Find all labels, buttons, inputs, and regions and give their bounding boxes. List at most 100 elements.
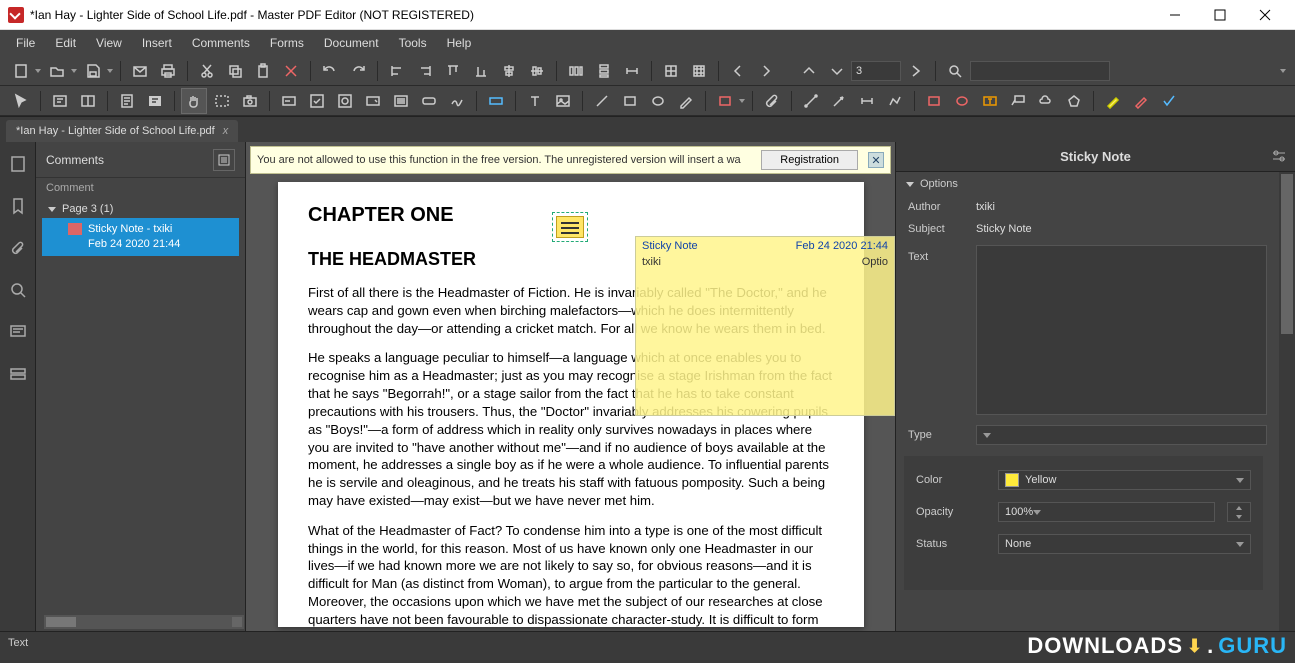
form-check-tool[interactable] [304,88,330,114]
dropdown-icon[interactable] [70,58,78,84]
opacity-input[interactable]: 100% [998,502,1215,522]
ellipse-tool[interactable] [645,88,671,114]
search-input[interactable] [970,61,1110,81]
tree-comment-item[interactable]: Sticky Note - txiki Feb 24 2020 21:44 [42,218,239,256]
menu-view[interactable]: View [86,32,132,54]
redo-button[interactable] [345,58,371,84]
insert-image-tool[interactable] [550,88,576,114]
menu-edit[interactable]: Edit [45,32,86,54]
opacity-spinner[interactable] [1227,502,1251,522]
align-center-v-button[interactable] [524,58,550,84]
rect-tool[interactable] [617,88,643,114]
menu-help[interactable]: Help [437,32,482,54]
options-section-header[interactable]: Options [896,172,1279,196]
stamp-tool[interactable] [712,88,738,114]
menu-file[interactable]: File [6,32,45,54]
save-button[interactable] [80,58,106,84]
link-tool[interactable] [483,88,509,114]
prev-view-button[interactable] [795,58,821,84]
snap-button[interactable] [686,58,712,84]
insert-text-tool[interactable] [522,88,548,114]
cut-button[interactable] [194,58,220,84]
distribute-v-button[interactable] [591,58,617,84]
select-text-tool[interactable] [209,88,235,114]
next-page-button[interactable] [753,58,779,84]
rect-annot-tool[interactable] [921,88,947,114]
pencil-annot-tool[interactable] [1128,88,1154,114]
type-select[interactable] [976,425,1267,445]
dropdown-icon[interactable] [1279,58,1287,84]
align-center-h-button[interactable] [496,58,522,84]
polyline-tool[interactable] [882,88,908,114]
close-button[interactable] [1242,0,1287,29]
scrollbar[interactable] [1279,172,1295,631]
menu-insert[interactable]: Insert [132,32,182,54]
minimize-button[interactable] [1152,0,1197,29]
cloud-tool[interactable] [1033,88,1059,114]
copy-button[interactable] [222,58,248,84]
open-button[interactable] [44,58,70,84]
tree-page-node[interactable]: Page 3 (1) [42,200,239,218]
highlight-tool[interactable] [1100,88,1126,114]
menu-forms[interactable]: Forms [260,32,314,54]
comments-rail-button[interactable] [6,320,30,344]
print-button[interactable] [155,58,181,84]
form-sig-tool[interactable] [444,88,470,114]
undo-button[interactable] [317,58,343,84]
search-rail-button[interactable] [6,278,30,302]
document-tab[interactable]: *Ian Hay - Lighter Side of School Life.p… [6,120,238,142]
dropdown-icon[interactable] [106,58,114,84]
fields-rail-button[interactable] [6,362,30,386]
form-text-tool[interactable] [276,88,302,114]
checkmark-tool[interactable] [1156,88,1182,114]
align-right-button[interactable] [412,58,438,84]
form-radio-tool[interactable] [332,88,358,114]
paste-button[interactable] [250,58,276,84]
align-top-button[interactable] [440,58,466,84]
snapshot-tool[interactable] [237,88,263,114]
menu-tools[interactable]: Tools [389,32,437,54]
pencil-tool[interactable] [673,88,699,114]
text-textarea[interactable] [976,245,1267,415]
subject-value[interactable]: Sticky Note [976,223,1267,235]
bookmarks-rail-button[interactable] [6,194,30,218]
page-go-button[interactable] [903,58,929,84]
edit-text-tool[interactable] [47,88,73,114]
dimension-tool[interactable] [854,88,880,114]
textbox-tool[interactable] [977,88,1003,114]
page-number-input[interactable] [851,61,901,81]
form-button-tool[interactable] [416,88,442,114]
author-value[interactable]: txiki [976,201,1267,213]
next-view-button[interactable] [823,58,849,84]
form-combo-tool[interactable] [360,88,386,114]
document-viewport[interactable]: You are not allowed to use this function… [246,142,895,631]
email-button[interactable] [127,58,153,84]
maximize-button[interactable] [1197,0,1242,29]
attachments-rail-button[interactable] [6,236,30,260]
arrow-tool[interactable] [826,88,852,114]
panel-options-button[interactable] [213,149,235,171]
menu-document[interactable]: Document [314,32,389,54]
grid-button[interactable] [658,58,684,84]
distribute-h-button[interactable] [563,58,589,84]
scrollbar[interactable] [44,615,244,629]
polygon-tool[interactable] [1061,88,1087,114]
select-tool[interactable] [8,88,34,114]
menu-comments[interactable]: Comments [182,32,260,54]
close-icon[interactable]: x [223,125,229,137]
new-doc-button[interactable] [8,58,34,84]
line-tool[interactable] [589,88,615,114]
align-left-button[interactable] [384,58,410,84]
hand-tool[interactable] [181,88,207,114]
status-select[interactable]: None [998,534,1251,554]
ellipse-annot-tool[interactable] [949,88,975,114]
color-select[interactable]: Yellow [998,470,1251,490]
popup-textarea[interactable] [640,271,890,411]
edit-forms-tool[interactable] [142,88,168,114]
attach-tool[interactable] [759,88,785,114]
popup-options-link[interactable]: Optio [862,256,888,268]
same-width-button[interactable] [619,58,645,84]
edit-text2-tool[interactable] [75,88,101,114]
form-list-tool[interactable] [388,88,414,114]
dropdown-icon[interactable] [34,58,42,84]
